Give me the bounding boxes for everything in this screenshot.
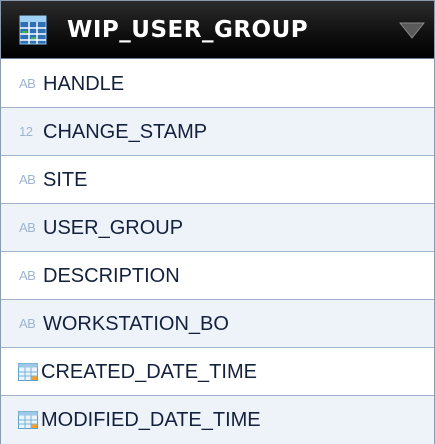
column-name: CHANGE_STAMP <box>43 121 208 143</box>
number-type-icon: 12 <box>19 124 33 139</box>
column-row-description[interactable]: AB DESCRIPTION <box>1 252 434 300</box>
table-icon <box>19 15 47 45</box>
column-row-site[interactable]: AB SITE <box>1 156 434 204</box>
text-type-icon: AB <box>19 172 36 187</box>
column-name: WORKSTATION_BO <box>43 313 229 335</box>
column-name: SITE <box>43 169 88 191</box>
text-type-icon: AB <box>19 268 36 283</box>
column-row-change-stamp[interactable]: 12 CHANGE_STAMP <box>1 108 434 156</box>
column-row-created-date-time[interactable]: CREATED_DATE_TIME <box>1 348 434 396</box>
text-type-icon: AB <box>19 220 36 235</box>
table-title: WIP_USER_GROUP <box>67 17 309 43</box>
column-name: CREATED_DATE_TIME <box>41 361 257 383</box>
column-row-workstation-bo[interactable]: AB WORKSTATION_BO <box>1 300 434 348</box>
text-type-icon: AB <box>19 316 36 331</box>
column-name: MODIFIED_DATE_TIME <box>41 409 261 431</box>
datetime-type-icon <box>18 411 38 429</box>
table-widget[interactable]: WIP_USER_GROUP AB HANDLE 12 CHANGE_STAMP… <box>0 0 435 444</box>
column-row-user-group[interactable]: AB USER_GROUP <box>1 204 434 252</box>
column-list: AB HANDLE 12 CHANGE_STAMP AB SITE AB USE… <box>1 60 434 444</box>
column-name: HANDLE <box>43 73 125 95</box>
text-type-icon: AB <box>19 76 36 91</box>
table-header[interactable]: WIP_USER_GROUP <box>1 1 434 59</box>
column-name: USER_GROUP <box>43 217 184 239</box>
datetime-type-icon <box>18 363 38 381</box>
chevron-down-icon[interactable] <box>399 22 425 40</box>
column-name: DESCRIPTION <box>43 265 180 287</box>
column-row-handle[interactable]: AB HANDLE <box>1 60 434 108</box>
column-row-modified-date-time[interactable]: MODIFIED_DATE_TIME <box>1 396 434 444</box>
